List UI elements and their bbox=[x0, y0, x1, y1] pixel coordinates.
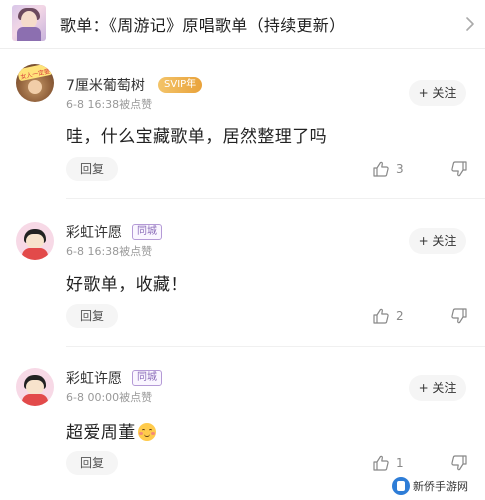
comment-text-body: 超爱周董 bbox=[66, 423, 136, 443]
comment-meta: 6-8 16:38被点赞 bbox=[66, 245, 153, 258]
site-watermark: 新侨手游网 bbox=[392, 476, 468, 496]
avatar[interactable] bbox=[16, 368, 54, 406]
comment-username[interactable]: 7厘米葡萄树 bbox=[66, 75, 145, 95]
like-button[interactable]: 1 bbox=[372, 453, 404, 473]
comment-divider bbox=[66, 346, 485, 347]
thumbs-up-icon bbox=[373, 455, 389, 471]
thumbs-up-icon bbox=[373, 161, 389, 177]
thumbs-down-icon[interactable] bbox=[450, 454, 468, 472]
svip-badge: SVIP年 bbox=[158, 77, 203, 93]
smiling-blush-emoji-icon bbox=[137, 423, 156, 441]
like-count: 1 bbox=[396, 456, 404, 470]
follow-button[interactable]: + 关注 bbox=[409, 228, 466, 254]
comment-text: 好歌单，收藏！ bbox=[66, 275, 188, 295]
playlist-title: 歌单：《周游记》原唱歌单（持续更新） bbox=[60, 16, 346, 35]
chevron-right-icon[interactable] bbox=[462, 14, 478, 34]
like-button[interactable]: 3 bbox=[372, 159, 404, 179]
thumbs-down-icon[interactable] bbox=[450, 307, 468, 325]
playlist-header[interactable]: 歌单：《周游记》原唱歌单（持续更新） bbox=[0, 0, 485, 48]
thumbs-up-icon bbox=[373, 308, 389, 324]
same-city-badge: 同城 bbox=[132, 224, 162, 240]
comment-text: 超爱周董 bbox=[66, 418, 156, 443]
same-city-badge: 同城 bbox=[132, 370, 162, 386]
comment-meta: 6-8 00:00被点赞 bbox=[66, 391, 153, 404]
follow-button[interactable]: + 关注 bbox=[409, 375, 466, 401]
follow-button[interactable]: + 关注 bbox=[409, 80, 466, 106]
avatar[interactable] bbox=[16, 222, 54, 260]
playlist-cover-image bbox=[12, 5, 46, 41]
comment-divider bbox=[66, 198, 485, 199]
like-count: 2 bbox=[396, 309, 404, 323]
comment-username[interactable]: 彩虹许愿 bbox=[66, 368, 122, 388]
thumbs-down-icon[interactable] bbox=[450, 160, 468, 178]
avatar[interactable]: 女人一定要HAPPY bbox=[16, 64, 54, 102]
comment-text: 哇，什么宝藏歌单，居然整理了吗 bbox=[66, 127, 327, 147]
header-divider bbox=[0, 48, 485, 49]
reply-button[interactable]: 回复 bbox=[66, 304, 118, 328]
watermark-logo-icon bbox=[392, 477, 410, 495]
reply-button[interactable]: 回复 bbox=[66, 451, 118, 475]
watermark-text: 新侨手游网 bbox=[413, 480, 468, 493]
comment-username[interactable]: 彩虹许愿 bbox=[66, 222, 122, 242]
like-button[interactable]: 2 bbox=[372, 306, 404, 326]
reply-button[interactable]: 回复 bbox=[66, 157, 118, 181]
comment-meta: 6-8 16:38被点赞 bbox=[66, 98, 153, 111]
like-count: 3 bbox=[396, 162, 404, 176]
